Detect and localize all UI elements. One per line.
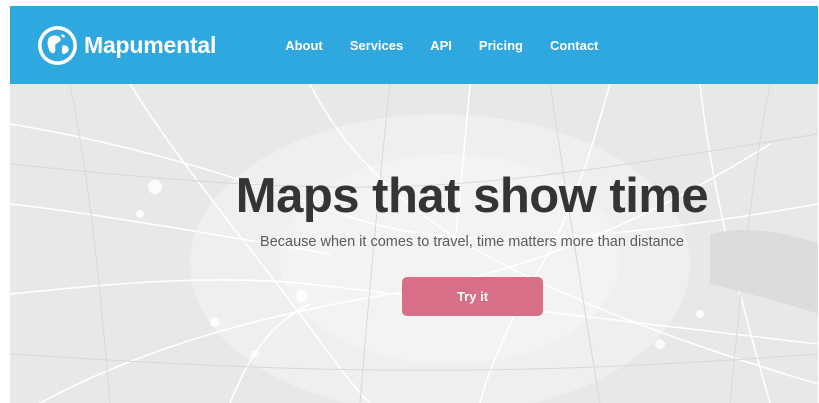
navbar: Mapumental About Services API Pricing Co…	[10, 6, 818, 84]
brand-link[interactable]: Mapumental	[37, 25, 216, 66]
nav-pricing[interactable]: Pricing	[479, 38, 523, 53]
hero-subtitle: Because when it comes to travel, time ma…	[260, 234, 684, 250]
main-nav: About Services API Pricing Contact	[285, 38, 625, 53]
nav-contact[interactable]: Contact	[550, 38, 598, 53]
brand-name: Mapumental	[84, 31, 217, 58]
hero-section: Maps that show time Because when it come…	[10, 84, 818, 403]
nav-services[interactable]: Services	[350, 38, 404, 53]
page-frame: Mapumental About Services API Pricing Co…	[10, 6, 818, 403]
globe-icon	[38, 25, 77, 65]
nav-about[interactable]: About	[285, 38, 323, 53]
nav-api[interactable]: API	[430, 38, 452, 53]
try-it-button[interactable]: Try it	[402, 277, 543, 316]
hero-title: Maps that show time	[235, 169, 709, 223]
